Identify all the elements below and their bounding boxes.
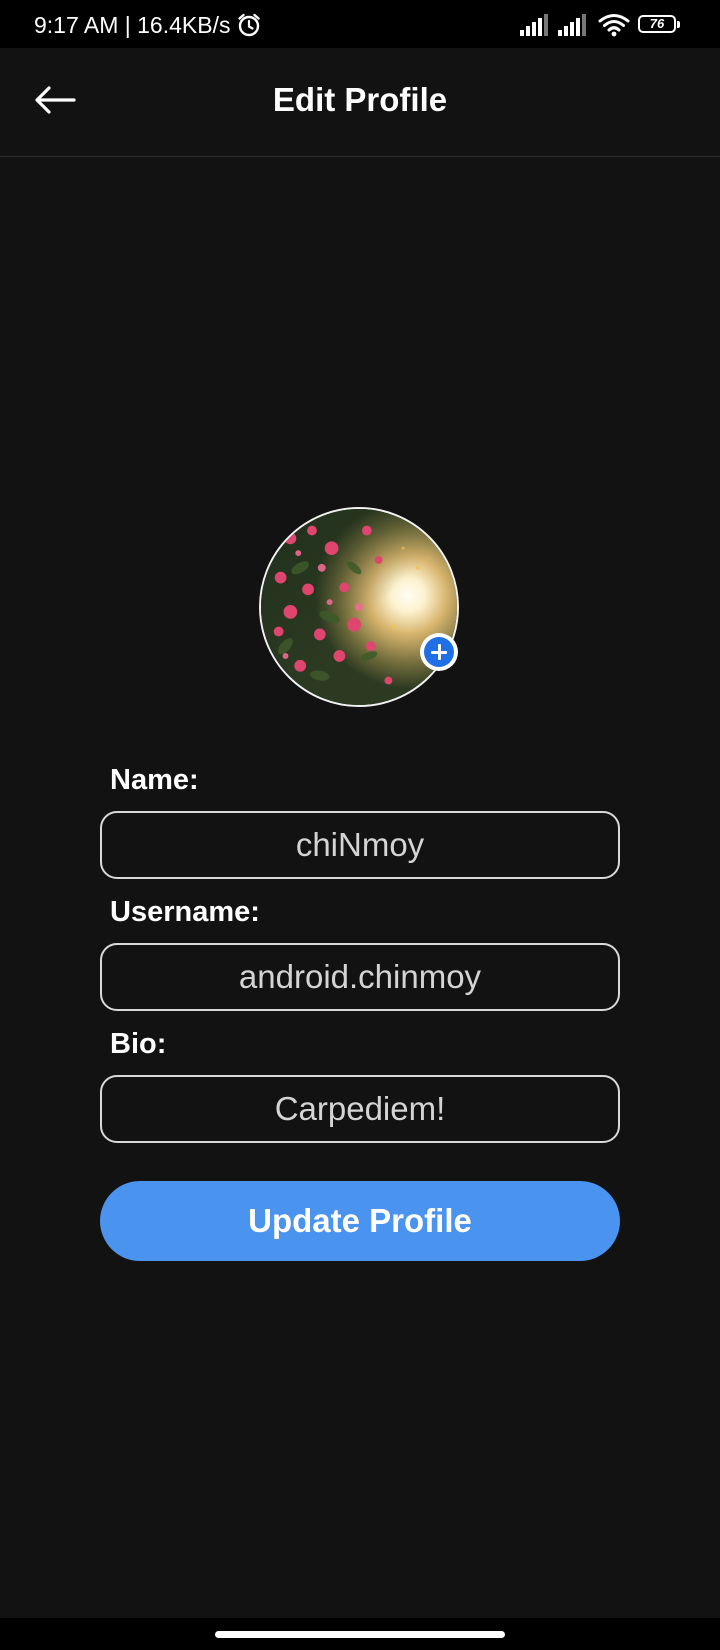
status-bar: 9:17 AM | 16.4KB/s 76 bbox=[0, 0, 720, 48]
page-title: Edit Profile bbox=[272, 81, 448, 118]
name-field[interactable] bbox=[100, 811, 620, 879]
wifi-icon bbox=[598, 13, 630, 37]
app-bar: Edit Profile bbox=[0, 48, 720, 157]
bio-field[interactable] bbox=[100, 1075, 620, 1143]
alarm-icon bbox=[236, 12, 262, 38]
plus-icon bbox=[424, 637, 454, 667]
name-label: Name: bbox=[110, 764, 199, 796]
battery-tip bbox=[677, 21, 680, 28]
main-content: Name: Username: Bio: Update Profile bbox=[0, 157, 720, 1618]
navigation-bar bbox=[0, 1618, 720, 1650]
username-field[interactable] bbox=[100, 943, 620, 1011]
status-time-speed: 9:17 AM | 16.4KB/s bbox=[34, 12, 231, 38]
avatar-container bbox=[259, 507, 459, 707]
add-photo-button[interactable] bbox=[420, 633, 458, 671]
status-right: 76 bbox=[514, 12, 682, 38]
signal-icon bbox=[520, 14, 552, 36]
home-indicator[interactable] bbox=[215, 1631, 505, 1638]
username-label: Username: bbox=[110, 896, 260, 928]
avatar[interactable] bbox=[259, 507, 459, 707]
battery-level: 76 bbox=[649, 16, 665, 31]
update-profile-button[interactable]: Update Profile bbox=[100, 1181, 620, 1261]
status-left: 9:17 AM | 16.4KB/s bbox=[34, 11, 262, 39]
signal-icon bbox=[558, 14, 590, 36]
battery-icon: 76 bbox=[638, 14, 682, 36]
bio-label: Bio: bbox=[110, 1028, 167, 1060]
